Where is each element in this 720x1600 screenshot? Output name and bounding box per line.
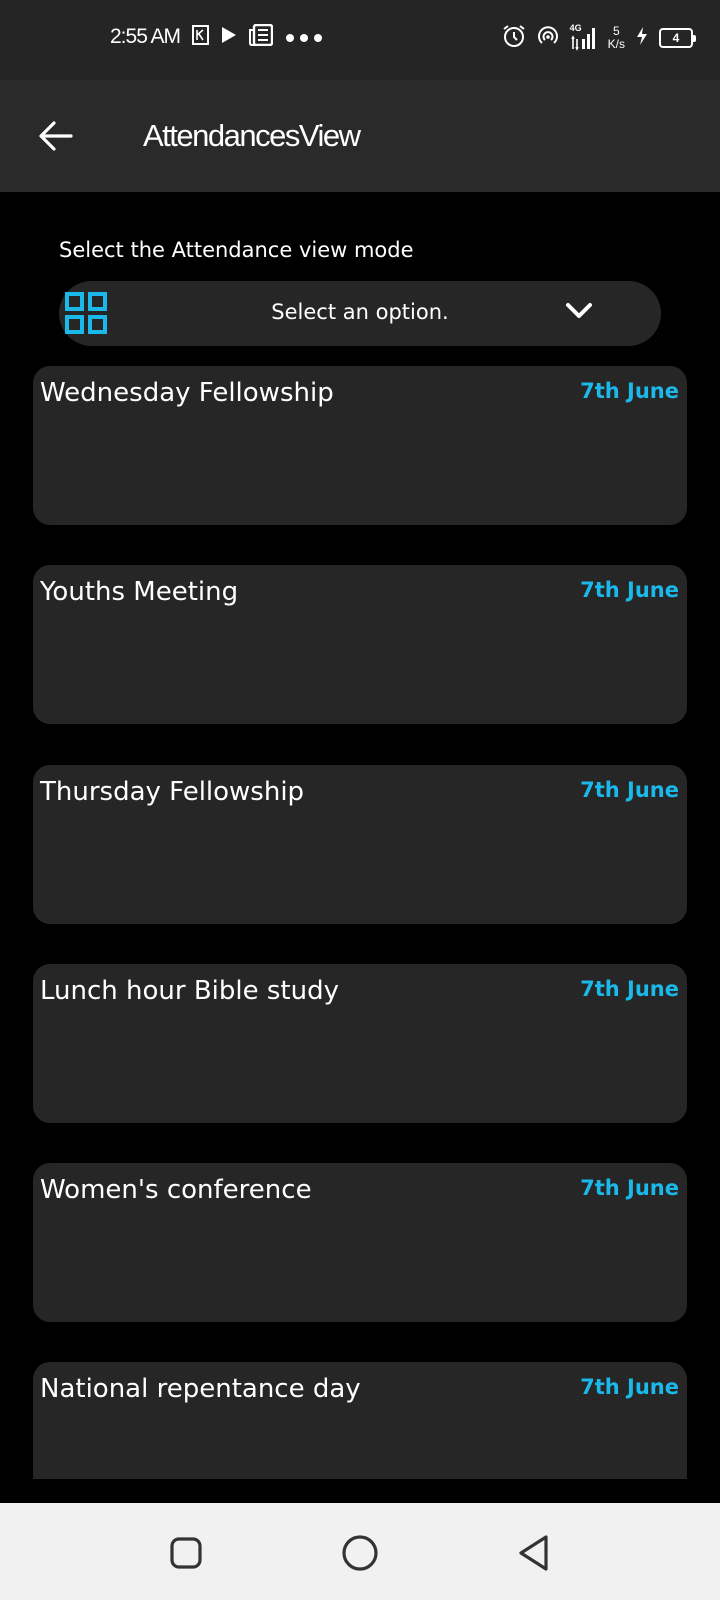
battery-level: 4: [659, 28, 693, 48]
event-card[interactable]: Thursday Fellowship 7th June: [33, 765, 687, 924]
event-name: Thursday Fellowship: [40, 777, 305, 807]
event-date: 7th June: [580, 578, 679, 602]
event-name: Wednesday Fellowship: [40, 378, 334, 408]
system-nav-bar: [0, 1503, 720, 1600]
hotspot-icon: [536, 24, 560, 52]
battery-icon: 4: [659, 28, 696, 48]
event-date: 7th June: [580, 1375, 679, 1399]
event-date: 7th June: [580, 1176, 679, 1200]
signal-icon: 4G: [569, 23, 598, 51]
battery-tip: [693, 34, 696, 42]
back-button[interactable]: [34, 114, 78, 158]
event-list[interactable]: Wednesday Fellowship 7th June Youths Mee…: [33, 366, 687, 1479]
status-time: 2:55 AM: [110, 25, 181, 48]
status-bar: 2:55 AM 4G 5 K/s 4: [0, 0, 720, 80]
status-right: 4G 5 K/s 4: [502, 23, 696, 52]
app-bar: AttendancesView: [0, 80, 720, 192]
alarm-icon: [502, 24, 526, 52]
chevron-down-icon: [565, 301, 593, 325]
event-card[interactable]: Lunch hour Bible study 7th June: [33, 964, 687, 1123]
event-name: Women's conference: [40, 1175, 312, 1205]
back-icon: [519, 1535, 548, 1571]
event-date: 7th June: [580, 977, 679, 1001]
net-speed-unit: K/s: [607, 37, 625, 51]
event-card[interactable]: Youths Meeting 7th June: [33, 565, 687, 724]
event-card[interactable]: Women's conference 7th June: [33, 1163, 687, 1322]
play-icon: [221, 26, 237, 48]
arrow-left-icon: [39, 121, 73, 151]
status-left: 2:55 AM: [110, 23, 323, 50]
home-button[interactable]: [340, 1533, 380, 1573]
recent-apps-button[interactable]: [166, 1533, 206, 1573]
more-dots-icon: [285, 28, 323, 47]
recent-apps-icon: [170, 1537, 202, 1569]
event-card[interactable]: Wednesday Fellowship 7th June: [33, 366, 687, 525]
view-mode-select[interactable]: Select an option.: [59, 281, 661, 346]
k-notification-icon: [192, 25, 210, 49]
network-type: 4G: [569, 23, 582, 33]
home-icon: [342, 1535, 378, 1571]
charging-icon: [635, 26, 649, 50]
event-date: 7th June: [580, 778, 679, 802]
back-nav-button[interactable]: [514, 1533, 554, 1573]
event-name: Lunch hour Bible study: [40, 976, 339, 1006]
event-name: Youths Meeting: [40, 577, 239, 607]
event-card[interactable]: National repentance day 7th June: [33, 1362, 687, 1479]
page-title: AttendancesView: [143, 118, 361, 153]
view-mode-label: Select the Attendance view mode: [59, 238, 414, 262]
event-name: National repentance day: [40, 1374, 361, 1404]
event-date: 7th June: [580, 379, 679, 403]
net-speed: 5 K/s: [608, 25, 625, 51]
news-icon: [249, 23, 274, 50]
